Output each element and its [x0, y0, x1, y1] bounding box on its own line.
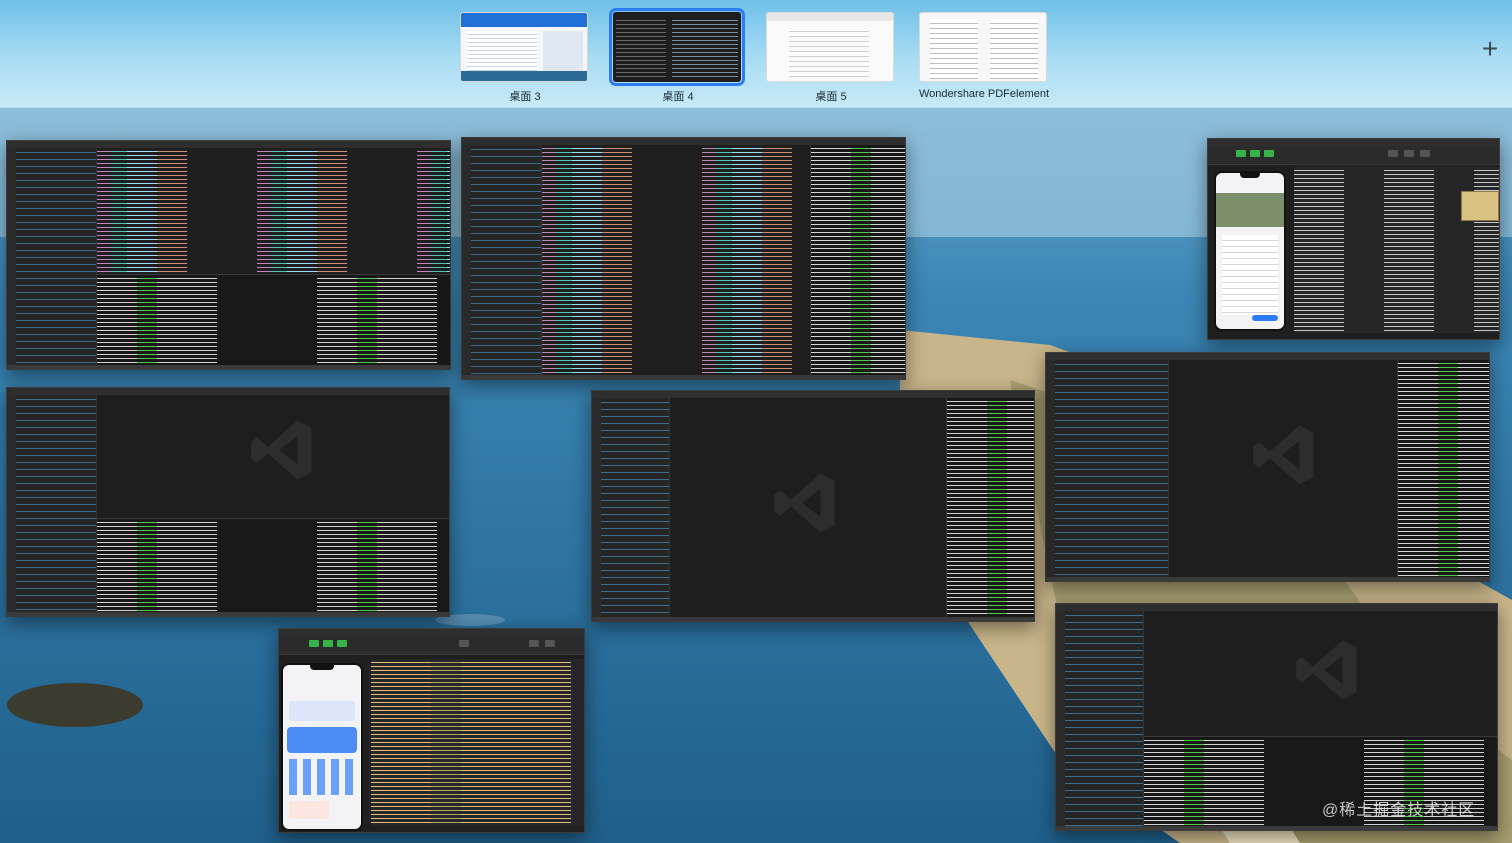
toolbar-button[interactable]: [1236, 150, 1246, 157]
toolbar-button[interactable]: [1264, 150, 1274, 157]
status-bar: [7, 365, 450, 369]
vscode-logo-icon: [1296, 640, 1357, 700]
code-editor[interactable]: [97, 395, 449, 520]
explorer-sidebar: [16, 395, 97, 612]
vscode-window[interactable]: [461, 137, 906, 380]
phone-simulator[interactable]: [281, 663, 363, 831]
code-editor[interactable]: [542, 145, 810, 375]
toolbar-button[interactable]: [459, 640, 469, 647]
explorer-sidebar: [16, 148, 97, 365]
wechat-devtools-window[interactable]: [1207, 138, 1500, 340]
space-desktop-4[interactable]: 桌面 4: [609, 8, 745, 104]
devtools-toolbar: [1208, 146, 1499, 165]
devtools-console[interactable]: [371, 659, 584, 826]
devtools-preview: [1461, 191, 1499, 221]
explorer-sidebar: [1055, 360, 1169, 577]
devtools-toolbar: [279, 636, 584, 655]
status-bar: [1046, 577, 1489, 581]
toolbar-button[interactable]: [309, 640, 319, 647]
toolbar-button[interactable]: [323, 640, 333, 647]
toolbar-button[interactable]: [1388, 150, 1398, 157]
status-bar: [462, 375, 905, 379]
code-editor[interactable]: [670, 398, 946, 617]
toolbar-button[interactable]: [337, 640, 347, 647]
code-editor[interactable]: [1144, 611, 1497, 739]
space-thumbnail[interactable]: [919, 12, 1047, 82]
explorer-sidebar: [1065, 611, 1144, 826]
terminal-panel[interactable]: [1397, 360, 1489, 577]
vscode-logo-icon: [251, 420, 312, 480]
space-thumbnail[interactable]: [460, 12, 588, 82]
plus-icon: +: [1481, 33, 1499, 64]
space-wondershare-pdfelement[interactable]: Wondershare PDFelement: [919, 12, 1049, 100]
terminal-panel[interactable]: [810, 145, 905, 375]
code-editor[interactable]: [97, 148, 450, 276]
space-desktop-5[interactable]: 桌面 5: [766, 12, 896, 104]
explorer-sidebar: [601, 398, 670, 617]
vscode-window[interactable]: [6, 140, 451, 370]
spaces-bar: 桌面 3 桌面 4 桌面 5 Wondershare PDFelement +: [0, 0, 1512, 108]
terminal-panel[interactable]: [97, 518, 449, 612]
terminal-panel[interactable]: [97, 274, 450, 365]
wechat-devtools-window[interactable]: [278, 628, 585, 833]
space-label: Wondershare PDFelement: [919, 88, 1050, 100]
vscode-window[interactable]: [1045, 352, 1490, 582]
status-bar: [7, 612, 449, 616]
space-thumbnail[interactable]: [609, 8, 745, 86]
space-label: 桌面 4: [662, 91, 694, 103]
status-bar: [1056, 826, 1497, 830]
vscode-window[interactable]: [591, 390, 1035, 622]
explorer-sidebar: [471, 145, 542, 375]
toolbar-button[interactable]: [545, 640, 555, 647]
space-label: 桌面 3: [509, 91, 541, 103]
status-bar: [592, 617, 1034, 621]
toolbar-button[interactable]: [1250, 150, 1260, 157]
space-label: 桌面 5: [815, 91, 847, 103]
add-space-button[interactable]: +: [1476, 33, 1504, 64]
toolbar-button[interactable]: [1420, 150, 1430, 157]
space-thumbnail[interactable]: [766, 12, 894, 82]
toolbar-button[interactable]: [1404, 150, 1414, 157]
vscode-window[interactable]: [6, 387, 450, 617]
watermark: @稀土掘金技术社区: [1322, 802, 1476, 819]
space-desktop-3[interactable]: 桌面 3: [460, 12, 590, 104]
phone-simulator[interactable]: [1214, 171, 1286, 331]
toolbar-button[interactable]: [529, 640, 539, 647]
vscode-logo-icon: [774, 473, 835, 533]
terminal-panel[interactable]: [946, 398, 1034, 617]
code-editor[interactable]: [1169, 360, 1397, 577]
vscode-logo-icon: [1253, 425, 1314, 485]
